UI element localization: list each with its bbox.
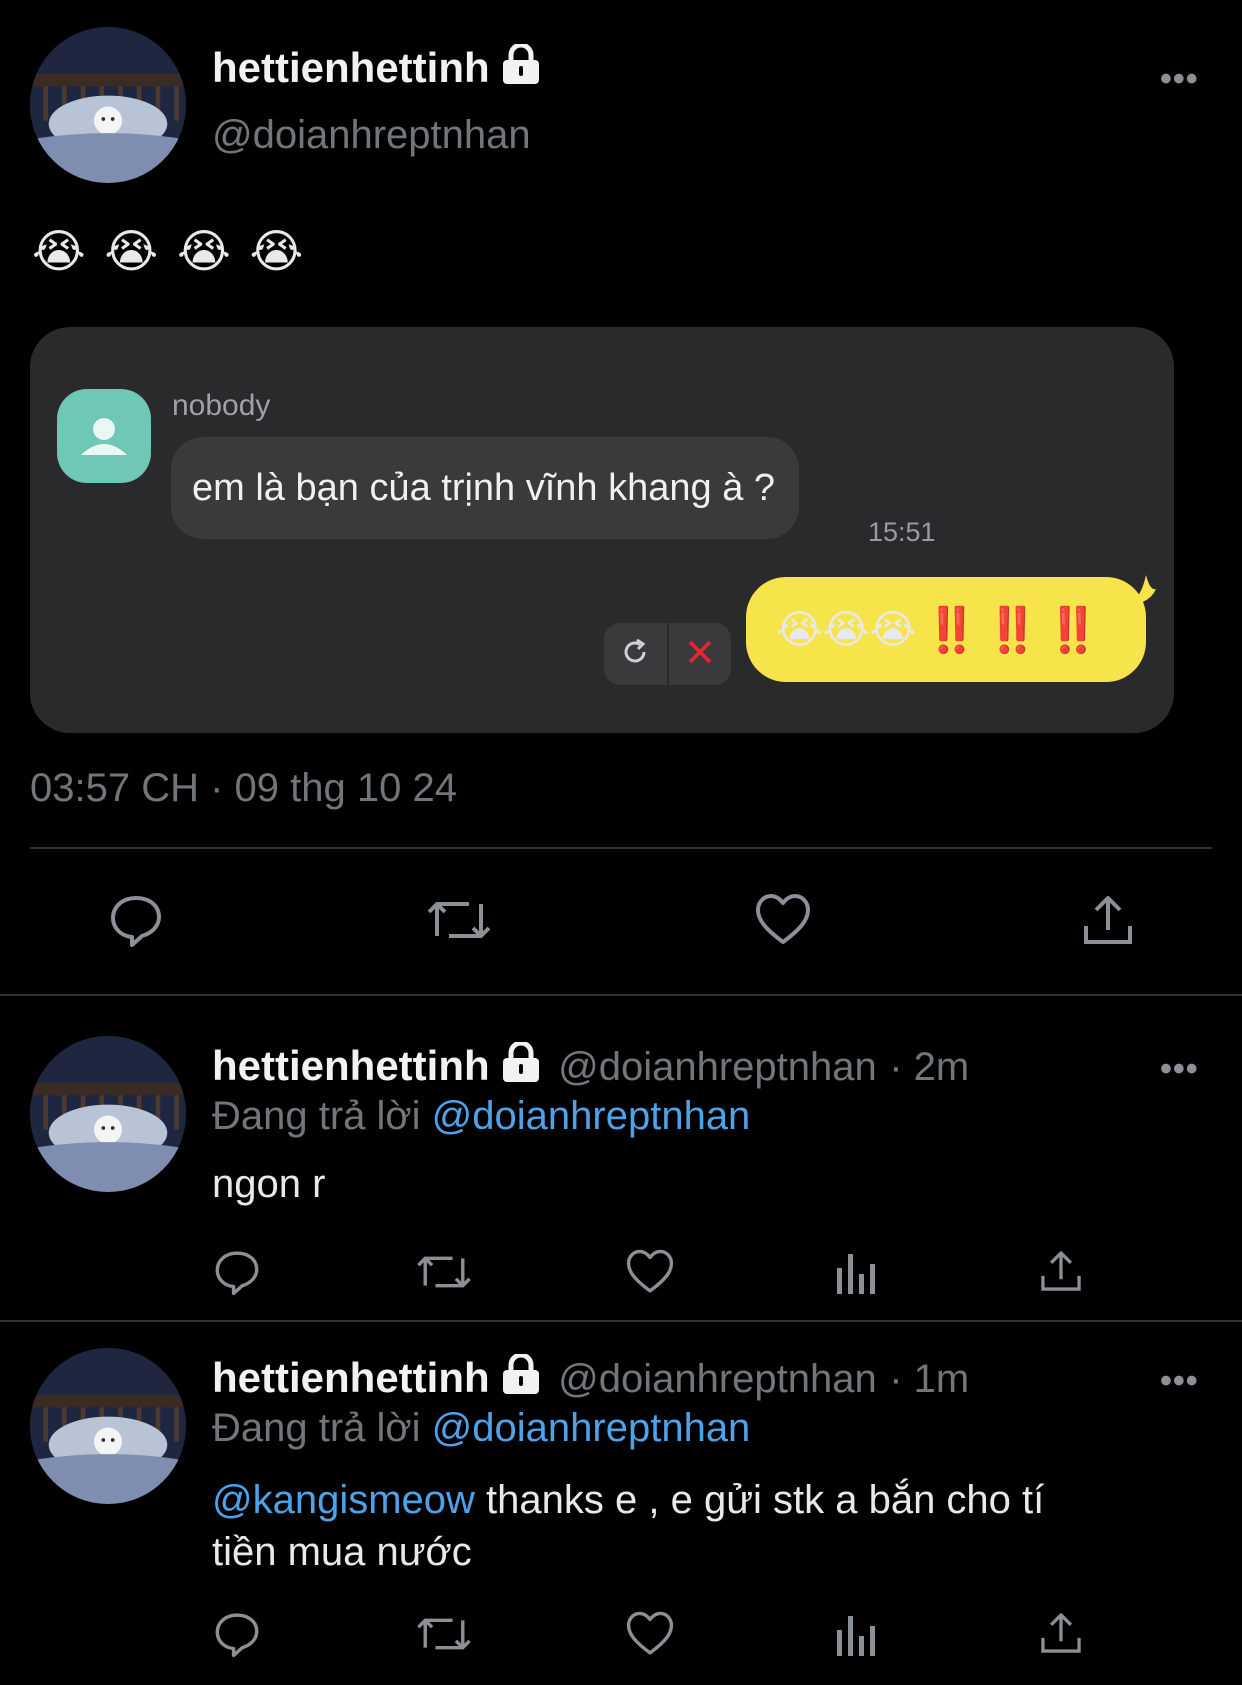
lock-icon [500, 42, 542, 94]
heart-icon [754, 894, 812, 952]
views-button[interactable] [834, 1612, 878, 1663]
share-button[interactable] [1038, 1248, 1084, 1299]
retweet-button[interactable] [415, 1248, 473, 1301]
share-button[interactable] [1080, 892, 1136, 953]
reply-author-handle[interactable]: @doianhreptnhan [558, 1045, 877, 1089]
author-handle[interactable]: @doianhreptnhan [212, 113, 531, 158]
mention-link[interactable]: @kangismeow [212, 1478, 475, 1522]
reply-author-avatar[interactable] [30, 1036, 186, 1192]
reply-author-handle[interactable]: @doianhreptnhan [558, 1357, 877, 1401]
like-button[interactable] [625, 1248, 675, 1301]
reply-time[interactable]: · 2m [889, 1045, 969, 1089]
reply-bubble-icon [108, 896, 164, 952]
attached-chat-image[interactable]: nobody em là bạn của trịnh vĩnh khang à … [30, 327, 1174, 733]
retweet-icon [415, 1618, 473, 1662]
views-button[interactable] [834, 1250, 878, 1301]
retweet-button[interactable] [425, 892, 493, 953]
heart-icon [625, 1611, 675, 1662]
refresh-icon [620, 637, 650, 672]
more-options-button[interactable]: ••• [1160, 1050, 1199, 1089]
reply-bubble-icon [213, 1251, 261, 1300]
reply-text: ngon r [212, 1162, 326, 1206]
reply-author-avatar[interactable] [30, 1348, 186, 1504]
share-icon [1038, 1613, 1084, 1660]
heart-icon [625, 1249, 675, 1300]
reply-author-name[interactable]: hettienhettinh [212, 1042, 490, 1089]
reply-header: hettienhettinh @doianhreptnhan · 2m [212, 1040, 969, 1090]
reply-button[interactable] [213, 1610, 261, 1663]
replying-to-link[interactable]: @doianhreptnhan [432, 1094, 751, 1138]
reply-time[interactable]: · 1m [889, 1357, 969, 1401]
author-avatar[interactable] [30, 27, 186, 183]
reply-button[interactable] [213, 1248, 261, 1301]
reply-bubble-icon [213, 1613, 261, 1662]
divider [0, 1320, 1242, 1322]
lock-icon [500, 1352, 542, 1399]
reply-author-name[interactable]: hettienhettinh [212, 1354, 490, 1401]
reply-text: @kangismeow thanks e , e gửi stk a bắn c… [212, 1478, 1045, 1574]
bar-chart-icon [834, 1254, 878, 1300]
cancel-send-button[interactable] [669, 623, 732, 685]
tweet-emoji-text: 😭 😭 😭 😭 [32, 225, 304, 277]
like-button[interactable] [625, 1610, 675, 1663]
replying-to-link[interactable]: @doianhreptnhan [432, 1406, 751, 1450]
retweet-icon [425, 902, 493, 952]
divider [30, 847, 1212, 849]
like-button[interactable] [754, 892, 812, 953]
message-failed-actions [604, 623, 731, 685]
chat-contact-avatar [57, 389, 151, 483]
share-icon [1080, 896, 1136, 952]
retweet-icon [415, 1256, 473, 1300]
more-options-button[interactable]: ••• [1160, 1362, 1199, 1401]
retweet-button[interactable] [415, 1610, 473, 1663]
lock-icon [500, 1040, 542, 1087]
incoming-message-time: 15:51 [868, 517, 936, 547]
replying-to: Đang trả lời @doianhreptnhan [212, 1406, 751, 1450]
close-icon [687, 639, 713, 670]
replying-to: Đang trả lời @doianhreptnhan [212, 1094, 751, 1138]
divider [0, 994, 1242, 996]
tweet-timestamp[interactable]: 03:57 CH · 09 thg 10 24 [30, 766, 457, 811]
chat-sender-name: nobody [172, 389, 271, 422]
more-options-button[interactable]: ••• [1160, 60, 1199, 99]
reply-header: hettienhettinh @doianhreptnhan · 1m [212, 1352, 969, 1402]
share-button[interactable] [1038, 1610, 1084, 1661]
share-icon [1038, 1251, 1084, 1298]
bubble-tail [1130, 575, 1156, 605]
author-name[interactable]: hettienhettinh [212, 42, 542, 94]
resend-button[interactable] [604, 623, 667, 685]
reply-button[interactable] [108, 892, 164, 953]
incoming-message-bubble: em là bạn của trịnh vĩnh khang à ? [171, 437, 800, 539]
bar-chart-icon [834, 1616, 878, 1662]
outgoing-message-bubble: 😭😭😭 ‼️ ‼️ ‼️ [746, 577, 1146, 682]
